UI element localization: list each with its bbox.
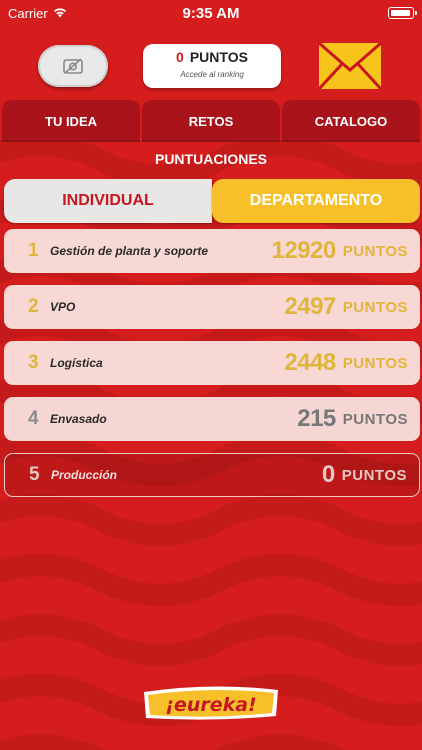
score-value: 2448 <box>284 349 336 376</box>
department-name: VPO <box>50 300 76 314</box>
points-summary: 0 PUNTOS <box>143 49 281 65</box>
main-nav: TU IDEA RETOS CATALOGO <box>2 100 420 142</box>
ranking-row[interactable]: 4 Envasado 215 PUNTOS <box>4 397 420 441</box>
score-unit: PUNTOS <box>342 242 408 260</box>
rank-number: 4 <box>28 408 39 429</box>
score-value: 2497 <box>284 293 336 320</box>
ranking-row[interactable]: 3 Logística 2448 PUNTOS <box>4 341 420 385</box>
points-subtitle: Accede al ranking <box>180 70 244 79</box>
points-ranking-button[interactable]: 0 PUNTOS Accede al ranking <box>143 44 281 88</box>
mail-icon[interactable] <box>318 42 382 90</box>
status-bar: Carrier 9:35 AM <box>0 0 422 28</box>
section-title: PUNTUACIONES <box>154 151 267 167</box>
ranking-row[interactable]: 5 Producción 0 PUNTOS <box>4 453 420 497</box>
logo-text: ¡eureka! <box>165 694 256 716</box>
ranking-segment-control: INDIVIDUAL DEPARTAMENTO <box>4 179 420 223</box>
score-unit: PUNTOS <box>342 410 408 428</box>
tab-catalogo[interactable]: CATALOGO <box>282 100 420 142</box>
score-unit: PUNTOS <box>342 298 408 316</box>
no-photo-icon <box>63 58 83 74</box>
segment-department[interactable]: DEPARTAMENTO <box>212 179 420 223</box>
score-value: 0 <box>321 461 335 488</box>
clock: 9:35 AM <box>182 5 240 22</box>
segment-individual[interactable]: INDIVIDUAL <box>4 179 212 223</box>
profile-photo-button[interactable] <box>38 45 108 87</box>
points-value: 0 <box>176 49 184 65</box>
tab-retos[interactable]: RETOS <box>142 100 280 142</box>
ranking-row[interactable]: 1 Gestión de planta y soporte 12920 PUNT… <box>4 229 420 273</box>
score-unit: PUNTOS <box>342 354 408 372</box>
department-name: Producción <box>51 468 118 482</box>
ranking-row[interactable]: 2 VPO 2497 PUNTOS <box>4 285 420 329</box>
points-label: PUNTOS <box>189 49 248 65</box>
header: 0 PUNTOS Accede al ranking <box>0 28 422 100</box>
score-unit: PUNTOS <box>341 466 407 484</box>
department-name: Logística <box>50 356 103 370</box>
eureka-logo: ¡eureka! <box>144 686 278 720</box>
rank-number: 3 <box>28 352 39 373</box>
battery-icon <box>388 7 417 19</box>
tab-tu-idea[interactable]: TU IDEA <box>2 100 140 142</box>
rank-number: 1 <box>28 240 39 261</box>
score-value: 12920 <box>271 237 337 264</box>
score-value: 215 <box>297 405 336 432</box>
app-screen: Carrier 9:35 AM 0 PUNTOS Accede al rankin… <box>0 0 422 750</box>
rank-number: 5 <box>29 464 40 485</box>
department-name: Gestión de planta y soporte <box>50 244 209 258</box>
department-name: Envasado <box>50 412 107 426</box>
rank-number: 2 <box>28 296 39 317</box>
